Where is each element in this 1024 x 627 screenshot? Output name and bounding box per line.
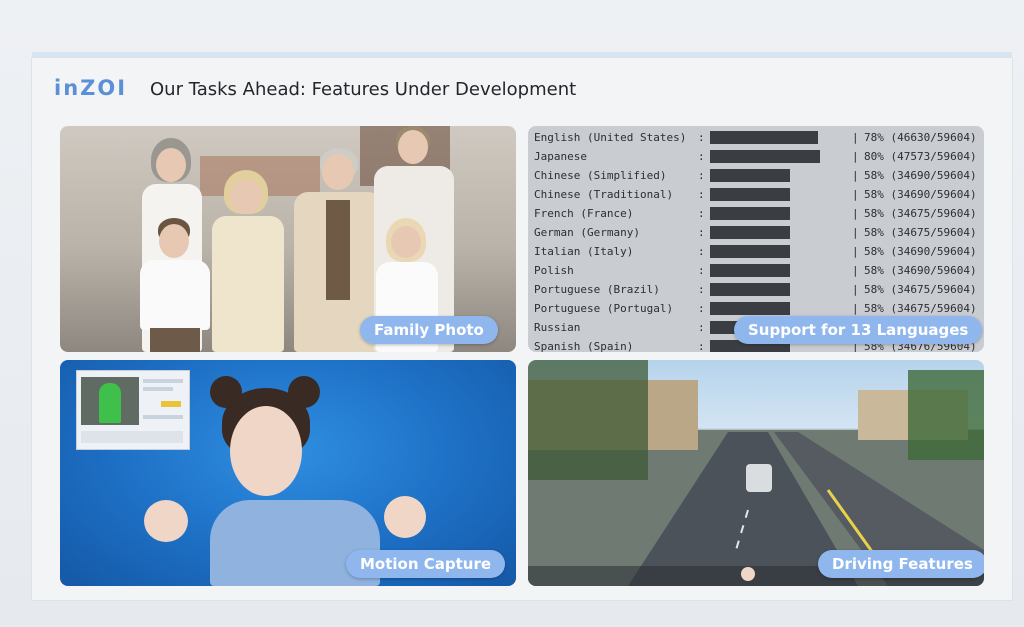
languages-caption: Support for 13 Languages <box>734 316 983 344</box>
separator: : <box>698 340 705 352</box>
language-progress-bar <box>710 169 790 182</box>
video-frame: inZOI Our Tasks Ahead: Features Under De… <box>0 0 1024 627</box>
inzoi-logo: inZOI <box>54 76 128 100</box>
separator: : <box>698 188 705 201</box>
separator: : <box>698 207 705 220</box>
language-progress-panel: English (United States): | 78% (46630/5960… <box>528 126 984 352</box>
language-row: Japanese: | 80% (47573/59604) <box>534 147 980 166</box>
language-progress-bar <box>710 207 790 220</box>
language-progress-bar <box>710 283 790 296</box>
family-photo-caption: Family Photo <box>360 316 498 344</box>
language-name: Japanese <box>534 150 587 163</box>
language-name: Portuguese (Brazil) <box>534 283 660 296</box>
language-name: Italian (Italy) <box>534 245 634 258</box>
separator: | <box>852 169 859 182</box>
language-row: Portuguese (Brazil): | 58% (34675/59604) <box>534 280 980 299</box>
separator: : <box>698 245 705 258</box>
language-progress-bar <box>710 188 790 201</box>
language-progress-label: 58% (34675/59604) <box>864 226 977 239</box>
language-progress-label: 80% (47573/59604) <box>864 150 977 163</box>
separator: | <box>852 226 859 239</box>
language-progress-label: 78% (46630/59604) <box>864 131 977 144</box>
language-name: Chinese (Traditional) <box>534 188 674 201</box>
language-progress-label: 58% (34690/59604) <box>864 264 977 277</box>
separator: : <box>698 283 705 296</box>
language-row: French (France): | 58% (34675/59604) <box>534 204 980 223</box>
hud-avatar-icon <box>741 567 755 581</box>
motion-capture-caption: Motion Capture <box>346 550 506 578</box>
language-row: Chinese (Traditional): | 58% (34690/59604) <box>534 185 980 204</box>
language-name: English (United States) <box>534 131 687 144</box>
driving-panel: Driving Features <box>528 360 984 586</box>
language-name: Polish <box>534 264 574 277</box>
driving-caption: Driving Features <box>818 550 984 578</box>
language-name: Chinese (Simplified) <box>534 169 667 182</box>
separator: : <box>698 264 705 277</box>
language-row: English (United States): | 78% (46630/5960… <box>534 128 980 147</box>
language-name: German (Germany) <box>534 226 640 239</box>
language-progress-bar <box>710 226 790 239</box>
language-progress-bar <box>710 131 818 144</box>
language-row: Italian (Italy): | 58% (34690/59604) <box>534 242 980 261</box>
separator: : <box>698 169 705 182</box>
tree-left <box>528 360 648 480</box>
language-progress-bar <box>710 264 790 277</box>
language-progress-label: 58% (34690/59604) <box>864 245 977 258</box>
tree-right <box>908 370 984 460</box>
language-progress-label: 58% (34675/59604) <box>864 283 977 296</box>
language-progress-label: 58% (34690/59604) <box>864 188 977 201</box>
language-name: Russian <box>534 321 581 334</box>
mocap-camera-feed <box>81 377 139 425</box>
separator: | <box>852 207 859 220</box>
separator: : <box>698 226 705 239</box>
car <box>746 464 772 492</box>
language-name: French (France) <box>534 207 634 220</box>
slide-title: Our Tasks Ahead: Features Under Developm… <box>150 79 577 100</box>
mocap-preview-window <box>76 370 190 450</box>
family-member-boy <box>136 218 214 352</box>
separator: | <box>852 188 859 201</box>
separator: | <box>852 131 859 144</box>
separator: | <box>852 264 859 277</box>
language-progress-bar <box>710 150 820 163</box>
language-row: Chinese (Simplified): | 58% (34690/59604) <box>534 166 980 185</box>
motion-capture-panel: Motion Capture <box>60 360 516 586</box>
separator: | <box>852 150 859 163</box>
separator: : <box>698 321 705 334</box>
language-progress-label: 58% (34690/59604) <box>864 169 977 182</box>
separator: | <box>852 245 859 258</box>
language-progress-label: 58% (34675/59604) <box>864 207 977 220</box>
language-row: Polish: | 58% (34690/59604) <box>534 261 980 280</box>
separator: : <box>698 131 705 144</box>
separator: : <box>698 302 705 315</box>
family-photo-panel: Family Photo <box>60 126 516 352</box>
language-progress-bar <box>710 302 790 315</box>
language-progress-bar <box>710 245 790 258</box>
language-row: German (Germany): | 58% (34675/59604) <box>534 223 980 242</box>
separator: : <box>698 150 705 163</box>
language-name: Portuguese (Portugal) <box>534 302 674 315</box>
language-name: Spanish (Spain) <box>534 340 634 352</box>
separator: | <box>852 283 859 296</box>
family-member-woman-center <box>210 170 286 352</box>
